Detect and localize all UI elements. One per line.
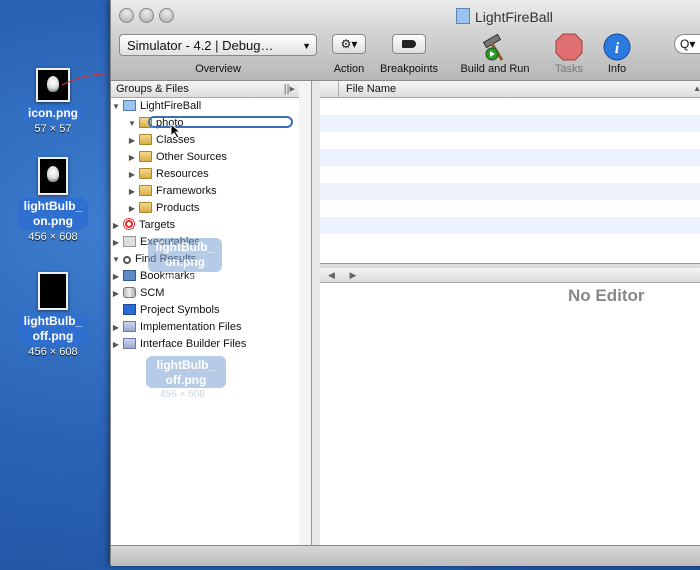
- editor-nav-bar: ◀ ▶: [320, 268, 700, 283]
- groups-and-files-sidebar: Groups & Files ||▸ ▼ LightFireBall ▼ photo…: [111, 81, 300, 545]
- window-title: LightFireBall: [456, 8, 553, 25]
- disclosure-triangle-icon[interactable]: ▶: [111, 268, 121, 285]
- status-bar: [111, 545, 700, 566]
- drag-ghost-dims: 456 × 608: [160, 389, 205, 400]
- gear-icon: ⚙▾: [332, 34, 366, 54]
- image-thumbnail: [38, 157, 68, 195]
- desktop-icon-icon-png[interactable]: icon.png 57 × 57: [8, 68, 98, 135]
- tree-item-classes[interactable]: ▶ Classes: [127, 132, 195, 149]
- project-icon: [123, 100, 136, 111]
- folder-icon: [139, 168, 152, 179]
- drag-ghost-lightbulb-on: lightBulb_ on.png: [148, 238, 222, 272]
- disclosure-triangle-icon[interactable]: ▶: [111, 217, 121, 234]
- breakpoints-button[interactable]: Breakpoints: [373, 32, 445, 80]
- tree-item-interface-builder-files[interactable]: ▶ Interface Builder Files: [111, 336, 246, 353]
- breakpoint-tag-icon: [392, 34, 426, 54]
- toolbar: Simulator - 4.2 | Debug… ▼ Overview ⚙▾ A…: [111, 32, 700, 81]
- disclosure-triangle-icon[interactable]: ▼: [111, 251, 121, 268]
- smart-group-icon: [123, 321, 136, 332]
- disclosure-triangle-icon[interactable]: ▼: [127, 115, 137, 132]
- drag-ghost-dims: 456 × 608: [160, 274, 205, 285]
- scm-icon: [123, 287, 136, 298]
- drag-ghost-lightbulb-off: lightBulb_ off.png: [146, 356, 226, 388]
- info-button[interactable]: i Info: [597, 32, 637, 80]
- disclosure-triangle-icon[interactable]: ▶: [127, 149, 137, 166]
- symbols-icon: [123, 304, 136, 315]
- search-icon: Q▾: [680, 37, 696, 51]
- disclosure-triangle-icon[interactable]: ▶: [127, 166, 137, 183]
- search-field[interactable]: Q▾: [674, 34, 700, 54]
- disclosure-triangle-icon[interactable]: ▶: [111, 285, 121, 302]
- tree-item-frameworks[interactable]: ▶ Frameworks: [127, 183, 217, 200]
- cursor-arrow-icon: [170, 123, 182, 139]
- desktop-icon-lightbulb-off[interactable]: lightBulb_ off.png 456 × 608: [8, 272, 98, 358]
- disclosure-triangle-icon[interactable]: ▶: [127, 200, 137, 217]
- executable-icon: [123, 236, 136, 247]
- zoom-button[interactable]: [159, 8, 174, 23]
- file-list-header: File Name ▲: [320, 81, 700, 98]
- sidebar-header-toggle[interactable]: ||▸: [284, 81, 295, 97]
- desktop-icon-label: icon.png: [22, 105, 84, 122]
- svg-text:i: i: [615, 40, 620, 57]
- desktop-icon-dims: 456 × 608: [28, 231, 78, 243]
- close-button[interactable]: [119, 8, 134, 23]
- desktop-icon-dims: 456 × 608: [28, 346, 78, 358]
- image-thumbnail: [38, 272, 68, 310]
- tasks-button[interactable]: Tasks: [547, 32, 591, 80]
- sidebar-scrollbar[interactable]: [299, 81, 312, 545]
- overview-item[interactable]: Overview: [119, 32, 317, 80]
- tree-item-project[interactable]: ▼ LightFireBall: [111, 98, 201, 115]
- column-header-file-name[interactable]: File Name: [346, 83, 396, 95]
- disclosure-triangle-icon[interactable]: ▶: [127, 183, 137, 200]
- desktop-icon-dims: 57 × 57: [34, 123, 72, 135]
- action-button[interactable]: ⚙▾ Action: [327, 32, 371, 80]
- hammer-play-icon: [482, 33, 504, 61]
- tree-item-products[interactable]: ▶ Products: [127, 200, 199, 217]
- build-and-run-button[interactable]: Build and Run: [455, 32, 535, 80]
- folder-icon: [139, 134, 152, 145]
- folder-icon: [139, 185, 152, 196]
- info-icon: i: [603, 33, 631, 61]
- disclosure-triangle-icon[interactable]: ▶: [111, 336, 121, 353]
- disclosure-triangle-icon[interactable]: ▶: [111, 319, 121, 336]
- minimize-button[interactable]: [139, 8, 154, 23]
- tree-item-targets[interactable]: ▶ Targets: [111, 217, 175, 234]
- back-arrow-icon[interactable]: ◀: [328, 270, 335, 280]
- disclosure-triangle-icon[interactable]: ▶: [127, 132, 137, 149]
- folder-icon: [139, 202, 152, 213]
- tree-item-scm[interactable]: ▶ SCM: [111, 285, 164, 302]
- editor-pane: No Editor: [320, 283, 700, 545]
- disclosure-triangle-icon[interactable]: ▼: [111, 98, 121, 115]
- sort-arrow-icon: ▲: [693, 84, 700, 93]
- tree-item-resources[interactable]: ▶ Resources: [127, 166, 209, 183]
- folder-icon: [139, 151, 152, 162]
- image-thumbnail: [36, 68, 70, 102]
- file-list-pane: File Name ▲: [320, 81, 700, 263]
- smart-group-icon: [123, 338, 136, 349]
- no-editor-label: No Editor: [568, 286, 645, 305]
- desktop-icon-label: lightBulb_ off.png: [17, 313, 89, 345]
- forward-arrow-icon[interactable]: ▶: [349, 270, 356, 280]
- sidebar-header: Groups & Files ||▸: [111, 81, 299, 98]
- tree-item-implementation-files[interactable]: ▶ Implementation Files: [111, 319, 242, 336]
- project-icon: [456, 8, 470, 24]
- tree-item-project-symbols[interactable]: Project Symbols: [111, 302, 219, 319]
- stop-sign-icon: [555, 33, 583, 61]
- magnifier-icon: [123, 256, 131, 264]
- desktop-icon-label: lightBulb_ on.png: [17, 198, 89, 230]
- desktop-icon-lightbulb-on[interactable]: lightBulb_ on.png 456 × 608: [8, 157, 98, 243]
- title-bar: LightFireBall: [111, 0, 700, 32]
- tree-item-other-sources[interactable]: ▶ Other Sources: [127, 149, 227, 166]
- bookmark-icon: [123, 270, 136, 281]
- target-icon: [123, 218, 135, 230]
- disclosure-triangle-icon[interactable]: ▶: [111, 234, 121, 251]
